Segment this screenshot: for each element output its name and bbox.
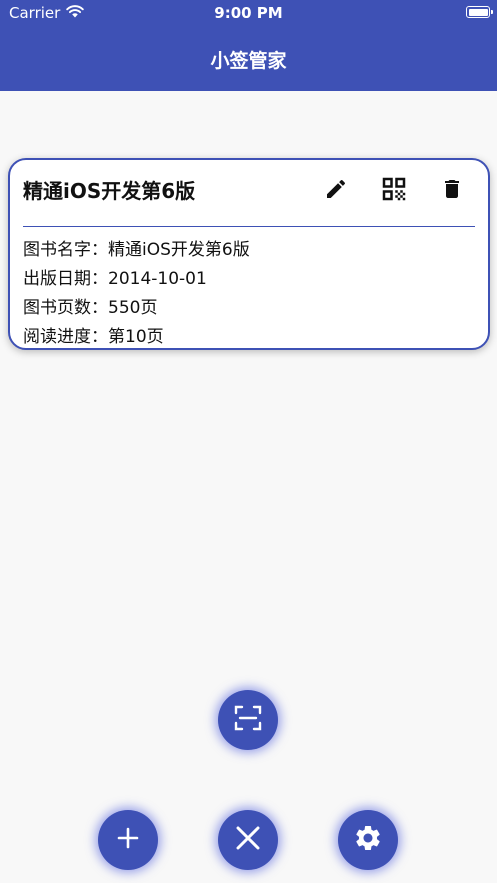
close-icon xyxy=(232,822,264,858)
info-row-pages: 图书页数：550页 xyxy=(23,294,250,323)
info-label: 图书页数： xyxy=(23,298,108,318)
delete-icon xyxy=(440,177,464,205)
edit-button[interactable] xyxy=(314,174,358,208)
settings-button[interactable] xyxy=(338,810,398,870)
qr-code-button[interactable] xyxy=(372,174,416,208)
info-label: 阅读进度： xyxy=(23,327,108,347)
close-button[interactable] xyxy=(218,810,278,870)
info-value: 精通iOS开发第6版 xyxy=(108,240,250,260)
info-label: 图书名字： xyxy=(23,240,108,260)
book-card-title: 精通iOS开发第6版 xyxy=(23,179,196,203)
info-row-name: 图书名字：精通iOS开发第6版 xyxy=(23,236,250,265)
page-title: 小签管家 xyxy=(210,50,287,72)
qr-code-icon xyxy=(379,174,409,208)
scan-button[interactable] xyxy=(218,690,278,750)
app-header: Carrier 9:00 PM 小签管家 xyxy=(0,0,497,91)
status-time: 9:00 PM xyxy=(214,4,283,22)
book-card[interactable]: 精通iOS开发第6版 图书名字：精通iOS开发第6版 出版日期：2014-10-… xyxy=(8,158,490,350)
add-button[interactable] xyxy=(98,810,158,870)
book-info-list: 图书名字：精通iOS开发第6版 出版日期：2014-10-01 图书页数：550… xyxy=(23,236,250,352)
info-row-date: 出版日期：2014-10-01 xyxy=(23,265,250,294)
info-value: 2014-10-01 xyxy=(108,269,207,289)
info-value: 第10页 xyxy=(108,327,164,347)
delete-button[interactable] xyxy=(430,174,474,208)
book-card-actions xyxy=(300,174,474,208)
info-value: 550页 xyxy=(108,298,158,318)
status-bar: Carrier 9:00 PM xyxy=(0,0,497,26)
battery-icon xyxy=(466,6,493,18)
card-divider xyxy=(23,226,475,227)
edit-icon xyxy=(324,177,348,205)
scan-icon xyxy=(232,702,264,738)
add-icon xyxy=(115,825,141,855)
info-row-progress: 阅读进度：第10页 xyxy=(23,323,250,352)
settings-icon xyxy=(353,823,383,857)
info-label: 出版日期： xyxy=(23,269,108,289)
